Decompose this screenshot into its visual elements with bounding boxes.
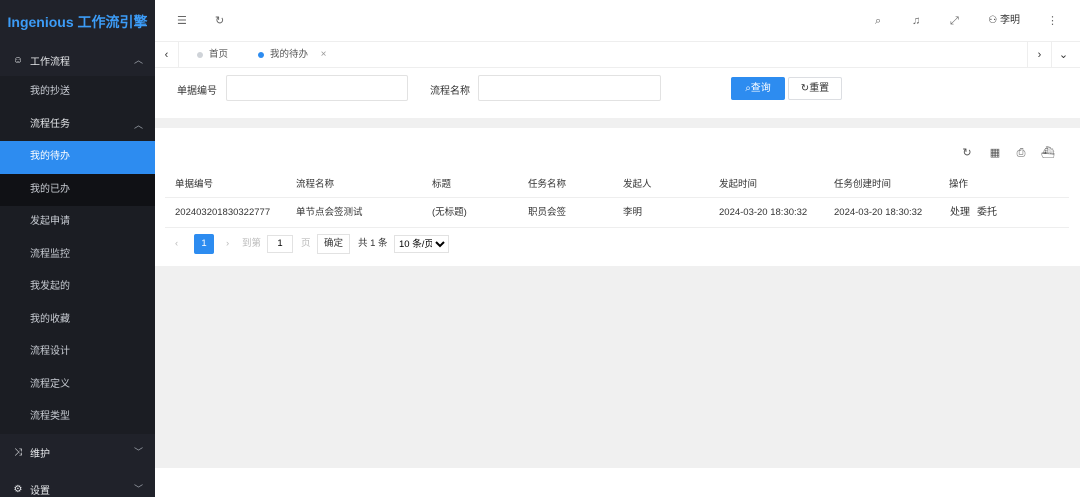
sidebar-item-favorites[interactable]: 我的收藏 xyxy=(0,304,155,337)
menu-group-maintain[interactable]: ⤨ 维护 ﹀ xyxy=(0,433,155,471)
process-name-input[interactable] xyxy=(478,75,661,101)
refresh-icon[interactable]: ↻ xyxy=(960,146,974,160)
tab-scroll-left-icon[interactable]: ‹ xyxy=(155,42,179,68)
next-page-icon[interactable]: › xyxy=(226,234,229,254)
reset-icon: ↻ xyxy=(800,83,810,94)
chevron-down-icon: ﹀ xyxy=(133,483,143,494)
column-header: 发起时间 xyxy=(719,179,758,190)
column-header: 发起人 xyxy=(623,179,652,190)
sidebar-item-done[interactable]: 我的已办 xyxy=(0,173,155,206)
cell-created-time: 2024-03-20 18:30:32 xyxy=(834,207,923,218)
tab-label: 我的待办 xyxy=(270,49,309,60)
user-icon: ⚇ xyxy=(988,15,998,26)
tab-label: 首页 xyxy=(209,49,229,60)
doc-no-input[interactable] xyxy=(226,75,408,101)
page-size-select[interactable]: 10 条/页 xyxy=(394,235,449,253)
search-form: 单据编号 流程名称 ⌕查询 ↻重置 xyxy=(155,68,1080,118)
sidebar-item-apply[interactable]: 发起申请 xyxy=(0,206,155,239)
search-icon[interactable]: ⌕ xyxy=(875,0,881,42)
goto-page-input[interactable] xyxy=(267,235,293,253)
chevron-up-icon: ︿ xyxy=(133,55,143,65)
bell-icon[interactable]: ♫ xyxy=(912,0,920,42)
menu-group-label: 设置 xyxy=(30,485,50,497)
shuffle-icon: ⤨ xyxy=(14,446,22,458)
menu-group-workflow[interactable]: ☺ 工作流程 ︿ xyxy=(0,44,155,76)
export-icon[interactable]: ⛴ xyxy=(1041,146,1055,160)
fullscreen-icon[interactable]: ⤢ xyxy=(950,0,959,42)
goto-confirm-button[interactable]: 确定 xyxy=(317,234,351,254)
handle-link[interactable]: 处理 xyxy=(950,207,970,218)
menu-fold-icon[interactable]: ☰ xyxy=(177,0,187,42)
column-header: 标题 xyxy=(432,179,452,190)
cell-doc-no: 202403201830322777 xyxy=(175,207,271,218)
content-background xyxy=(155,266,1080,468)
tab-home[interactable]: 首页 xyxy=(187,42,228,68)
menu-group-label: 工作流程 xyxy=(30,56,70,68)
tab-scroll-right-icon[interactable]: › xyxy=(1027,42,1051,68)
gear-icon: ⚙ xyxy=(13,483,23,495)
sidebar-item-monitor[interactable]: 流程监控 xyxy=(0,239,155,272)
goto-label: 到第 xyxy=(242,238,262,249)
sidebar-item-process-tasks[interactable]: 流程任务 ︿ xyxy=(0,109,155,142)
column-header: 操作 xyxy=(949,179,969,190)
top-header: ☰ ↻ ⌕ ♫ ⤢ ⚇ 李明 ⋮ xyxy=(155,0,1080,42)
sidebar: Ingenious 工作流引擎 ☺ 工作流程 ︿ 我的抄送 流程任务 ︿ 我的待… xyxy=(0,0,155,497)
chevron-up-icon: ︿ xyxy=(133,119,143,130)
close-icon[interactable]: × xyxy=(321,49,327,60)
prev-page-icon[interactable]: ‹ xyxy=(175,234,178,254)
submenu-workflow: 我的抄送 流程任务 ︿ 我的待办 我的已办 发起申请 流程监控 我发起的 我的收… xyxy=(0,76,155,434)
cell-process: 单节点会签测试 xyxy=(296,207,363,218)
query-label: 查询 xyxy=(750,83,771,94)
column-header: 任务名称 xyxy=(528,179,567,190)
sidebar-item-todo[interactable]: 我的待办 xyxy=(0,141,155,174)
table-header: 单据编号 流程名称 标题 任务名称 发起人 发起时间 任务创建时间 操作 xyxy=(165,172,1069,198)
column-header: 单据编号 xyxy=(175,179,214,190)
print-icon[interactable]: ⎙ xyxy=(1014,146,1028,160)
section-gap xyxy=(155,118,1080,128)
process-name-label: 流程名称 xyxy=(430,86,470,97)
cell-actions: 处理 委托 xyxy=(950,198,1004,228)
tab-dot xyxy=(197,52,203,58)
cell-title: (无标题) xyxy=(432,207,467,218)
table-row: 202403201830322777 单节点会签测试 (无标题) 职员会签 李明… xyxy=(165,198,1069,228)
column-header: 任务创建时间 xyxy=(834,179,892,190)
chevron-down-icon: ﹀ xyxy=(133,446,143,457)
menu-group-settings[interactable]: ⚙ 设置 ﹀ xyxy=(0,470,155,497)
tab-dot xyxy=(258,52,264,58)
cell-initiator: 李明 xyxy=(623,207,643,218)
sidebar-item-definition[interactable]: 流程定义 xyxy=(0,369,155,402)
tab-bar: ‹ 首页 我的待办 × › ⌄ xyxy=(155,42,1080,68)
columns-icon[interactable]: ▦ xyxy=(988,146,1002,160)
pagination: ‹ 1 › 到第 页 确定 共 1 条 10 条/页 xyxy=(165,234,565,254)
tab-todo[interactable]: 我的待办 × xyxy=(248,42,327,68)
more-vertical-icon[interactable]: ⋮ xyxy=(1047,0,1058,42)
total-count: 共 1 条 xyxy=(358,238,388,249)
user-name: 李明 xyxy=(1000,15,1020,26)
tab-dropdown-icon[interactable]: ⌄ xyxy=(1051,42,1075,68)
query-button[interactable]: ⌕查询 xyxy=(731,77,785,100)
cell-start-time: 2024-03-20 18:30:32 xyxy=(719,207,808,218)
refresh-icon[interactable]: ↻ xyxy=(215,0,224,42)
app-logo: Ingenious 工作流引擎 xyxy=(0,0,155,44)
reset-label: 重置 xyxy=(809,83,830,94)
page-unit-label: 页 xyxy=(301,238,311,249)
user-menu[interactable]: ⚇ 李明 xyxy=(988,0,1020,42)
doc-no-label: 单据编号 xyxy=(177,86,217,97)
cell-task: 职员会签 xyxy=(528,207,567,218)
reset-button[interactable]: ↻重置 xyxy=(788,77,842,100)
smile-icon: ☺ xyxy=(12,54,24,66)
page-number-current[interactable]: 1 xyxy=(194,234,214,254)
sidebar-item-design[interactable]: 流程设计 xyxy=(0,336,155,369)
column-header: 流程名称 xyxy=(296,179,335,190)
sidebar-item-cc[interactable]: 我的抄送 xyxy=(0,76,155,109)
sidebar-item-label: 流程任务 xyxy=(30,118,70,130)
sidebar-item-types[interactable]: 流程类型 xyxy=(0,401,155,434)
sidebar-item-initiated[interactable]: 我发起的 xyxy=(0,271,155,304)
menu-group-label: 维护 xyxy=(30,448,50,460)
delegate-link[interactable]: 委托 xyxy=(977,207,997,218)
table-panel: ↻ ▦ ⎙ ⛴ 单据编号 流程名称 标题 任务名称 发起人 发起时间 任务创建时… xyxy=(155,128,1080,266)
